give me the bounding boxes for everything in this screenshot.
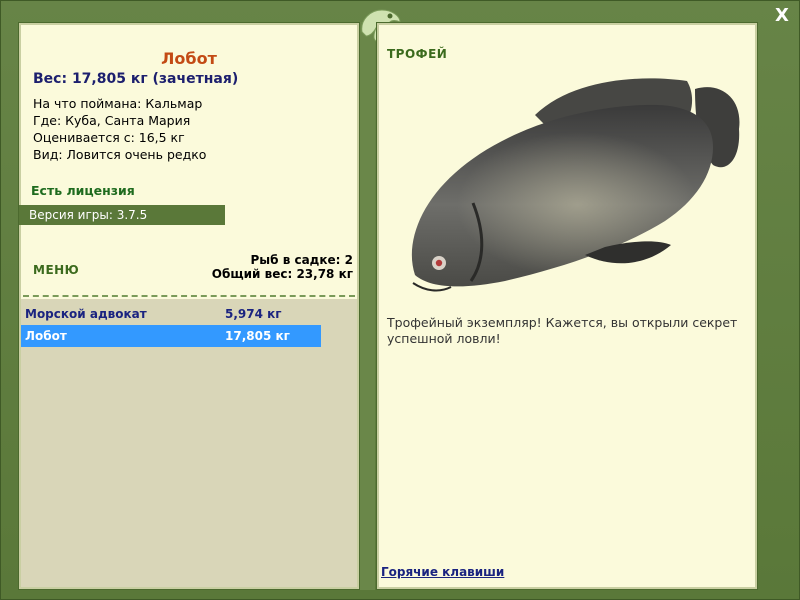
hotkeys-link[interactable]: Горячие клавиши <box>381 565 504 579</box>
close-icon: X <box>775 5 789 26</box>
catch-list-item[interactable]: Морской адвокат 5,974 кг <box>21 303 321 325</box>
catch-weight: 17,805 кг <box>225 329 290 343</box>
catch-name: Морской адвокат <box>25 307 147 321</box>
detail-rating: Оценивается с: 16,5 кг <box>33 130 185 145</box>
panel-divider <box>359 22 375 590</box>
keepnet-total-weight: Общий вес: 23,78 кг <box>211 267 353 281</box>
keepnet-summary: Рыб в садке: 2 Общий вес: 23,78 кг <box>212 253 353 281</box>
fish-title: Лобот <box>161 49 217 68</box>
list-divider <box>23 295 355 297</box>
fish-details: На что поймана: Кальмар Где: Куба, Санта… <box>33 95 206 163</box>
trophy-caption: Трофейный экземпляр! Кажется, вы открыли… <box>387 315 738 346</box>
game-window-frame: X Лобот Вес: 17,805 кг (зачетная) На что… <box>0 0 800 600</box>
catch-list: Морской адвокат 5,974 кг Лобот 17,805 кг <box>21 299 357 587</box>
close-button[interactable]: X <box>772 6 792 26</box>
menu-button[interactable]: МЕНЮ <box>33 263 79 277</box>
license-status: Есть лицензия <box>31 183 135 198</box>
detail-rarity: Вид: Ловится очень редко <box>33 147 207 162</box>
trophy-panel: ТРОФЕЙ Трофейный экземпляр! Кажется, вы … <box>376 22 758 590</box>
fish-image <box>411 78 740 292</box>
detail-location: Где: Куба, Санта Мария <box>33 113 191 128</box>
fish-info-panel: Лобот Вес: 17,805 кг (зачетная) На что п… <box>18 22 360 590</box>
keepnet-count: Рыб в садке: 2 <box>250 253 354 267</box>
game-version-bar: Версия игры: 3.7.5 <box>19 205 225 225</box>
fish-weight: Вес: 17,805 кг (зачетная) <box>33 71 239 87</box>
catch-weight: 5,974 кг <box>225 307 282 321</box>
catch-list-item-selected[interactable]: Лобот 17,805 кг <box>21 325 321 347</box>
catch-name: Лобот <box>25 329 67 343</box>
detail-bait: На что поймана: Кальмар <box>33 96 203 111</box>
